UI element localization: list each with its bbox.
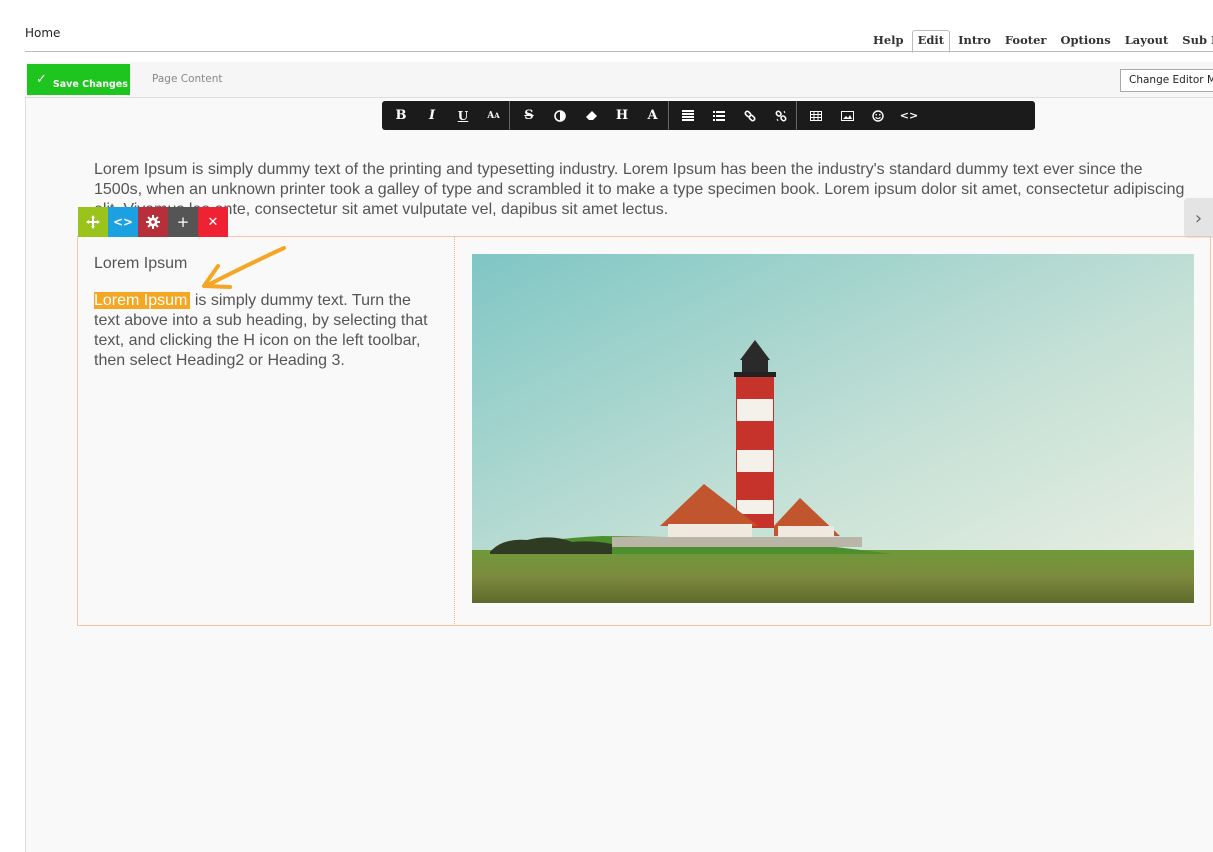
tab-sub-menu[interactable]: Sub Me xyxy=(1176,30,1213,53)
tab-bar: Help Edit Intro Footer Options Layout Su… xyxy=(867,30,1213,53)
unlink-icon[interactable] xyxy=(769,101,797,130)
add-icon[interactable]: + xyxy=(168,207,198,237)
checkmark-icon: ✓ xyxy=(36,72,47,87)
format-toolbar: B I U AA S H A <> xyxy=(382,101,1035,130)
header-divider xyxy=(25,51,1213,52)
paragraph-icon[interactable] xyxy=(676,101,700,130)
underline-icon[interactable]: U xyxy=(451,101,475,130)
close-icon[interactable]: ✕ xyxy=(198,207,228,237)
italic-icon[interactable]: I xyxy=(420,101,444,130)
save-changes-label: Save Changes xyxy=(52,78,128,90)
column-divider xyxy=(454,236,455,626)
link-icon[interactable] xyxy=(738,101,762,130)
code-icon[interactable]: <> xyxy=(897,101,921,130)
code-view-icon[interactable]: <> xyxy=(108,207,138,237)
bold-icon[interactable]: B xyxy=(389,101,413,130)
move-icon[interactable] xyxy=(78,207,108,237)
font-color-icon[interactable]: A xyxy=(641,101,669,130)
tab-layout[interactable]: Layout xyxy=(1119,30,1175,53)
heading-icon[interactable]: H xyxy=(610,101,634,130)
action-bar: ✓ Save Changes Page Content Change Edito… xyxy=(25,62,1213,98)
chevron-right-icon[interactable]: › xyxy=(1184,198,1213,238)
annotation-arrow-icon xyxy=(202,246,286,289)
breadcrumb[interactable]: Home xyxy=(25,26,60,40)
tab-footer[interactable]: Footer xyxy=(999,30,1053,53)
save-changes-button[interactable]: ✓ Save Changes xyxy=(27,64,130,95)
lighthouse-image[interactable] xyxy=(472,254,1194,603)
gear-icon[interactable] xyxy=(138,207,168,237)
contrast-icon[interactable] xyxy=(548,101,572,130)
tab-intro[interactable]: Intro xyxy=(952,30,997,53)
page-content-label: Page Content xyxy=(152,73,223,85)
emoji-icon[interactable] xyxy=(866,101,890,130)
table-icon[interactable] xyxy=(804,101,828,130)
list-icon[interactable] xyxy=(707,101,731,130)
tab-help[interactable]: Help xyxy=(867,30,910,53)
tab-options[interactable]: Options xyxy=(1054,30,1116,53)
change-editor-mode-select[interactable]: Change Editor Mo xyxy=(1120,69,1213,92)
selected-text[interactable]: Lorem Ipsum xyxy=(94,292,191,309)
column-paragraph[interactable]: Lorem Ipsum is simply dummy text. Turn t… xyxy=(94,291,439,371)
strikethrough-icon[interactable]: S xyxy=(517,101,541,130)
tab-edit[interactable]: Edit xyxy=(911,30,951,53)
eraser-icon[interactable] xyxy=(579,101,603,130)
image-icon[interactable] xyxy=(835,101,859,130)
intro-paragraph[interactable]: Lorem Ipsum is simply dummy text of the … xyxy=(94,160,1194,220)
row-toolbar: <> + ✕ xyxy=(78,207,228,237)
page: Home Help Edit Intro Footer Options Layo… xyxy=(0,0,1213,852)
font-size-icon[interactable]: AA xyxy=(482,101,510,130)
